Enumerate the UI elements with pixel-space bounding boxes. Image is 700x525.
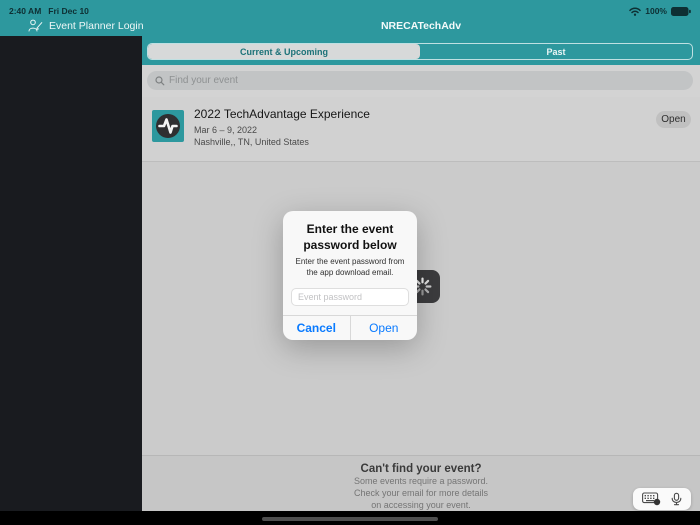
event-dates: Mar 6 – 9, 2022 [194, 125, 258, 135]
status-bar: 2:40 AM Fri Dec 10 100% [0, 0, 700, 20]
app-screen: 2:40 AM Fri Dec 10 100% Event Planner Lo… [0, 0, 700, 525]
event-list-item[interactable]: 2022 TechAdvantage Experience Mar 6 – 9,… [142, 97, 700, 162]
search-icon [155, 75, 165, 85]
tab-past[interactable]: Past [420, 44, 692, 59]
status-date: Fri Dec 10 [48, 6, 89, 16]
battery-percent: 100% [645, 6, 667, 16]
wifi-icon [629, 7, 641, 16]
status-time: 2:40 AM [9, 6, 42, 16]
dialog-title: Enter the event password below [303, 222, 397, 252]
sidebar-panel [0, 36, 142, 511]
password-dialog: Enter the event password below Enter the… [283, 211, 417, 340]
segment-strip: Current & Upcoming Past [142, 36, 700, 65]
battery-icon [671, 6, 691, 16]
header: 2:40 AM Fri Dec 10 100% Event Planner Lo… [0, 0, 700, 36]
open-button[interactable]: Open [351, 316, 418, 340]
dialog-message: Enter the event password from the app do… [295, 257, 405, 277]
footer-title: Can't find your event? [360, 463, 482, 475]
event-password-field[interactable] [291, 287, 409, 306]
help-footer: Can't find your event? Some events requi… [142, 455, 700, 511]
bottom-bar [0, 511, 700, 525]
event-location: Nashville,, TN, United States [194, 137, 309, 148]
dialog-buttons: Cancel Open [283, 314, 418, 340]
search-input[interactable]: Find your event [147, 71, 693, 90]
search-placeholder: Find your event [169, 75, 238, 86]
event-open-button[interactable]: Open [656, 111, 691, 128]
search-strip: Find your event [142, 65, 700, 97]
footer-line: Check your email for more details [353, 488, 489, 499]
event-title: 2022 TechAdvantage Experience [194, 107, 370, 121]
cancel-button[interactable]: Cancel [283, 315, 351, 340]
status-indicators: 100% [629, 4, 691, 16]
event-planner-login-button[interactable]: Event Planner Login [28, 19, 144, 32]
person-edit-icon [28, 19, 43, 32]
footer-line: on accessing your event. [371, 500, 471, 511]
status-time-date: 2:40 AM Fri Dec 10 [9, 4, 89, 16]
event-details: 2022 TechAdvantage Experience Mar 6 – 9,… [194, 107, 370, 148]
tab-current-upcoming[interactable]: Current & Upcoming [148, 44, 420, 59]
keyboard-dismiss-icon[interactable] [642, 492, 661, 506]
login-button-label: Event Planner Login [49, 19, 144, 32]
event-filter-segmented-control: Current & Upcoming Past [147, 43, 693, 60]
page-title: NRECATechAdv [380, 20, 462, 32]
nav-bar: Event Planner Login NRECATechAdv [0, 20, 700, 36]
footer-line: Some events require a password. [353, 476, 489, 486]
home-indicator[interactable] [262, 516, 438, 521]
microphone-icon[interactable] [671, 492, 682, 506]
event-logo-icon [152, 110, 184, 142]
list-background [142, 162, 700, 455]
keyboard-accessory-bar [633, 488, 691, 510]
